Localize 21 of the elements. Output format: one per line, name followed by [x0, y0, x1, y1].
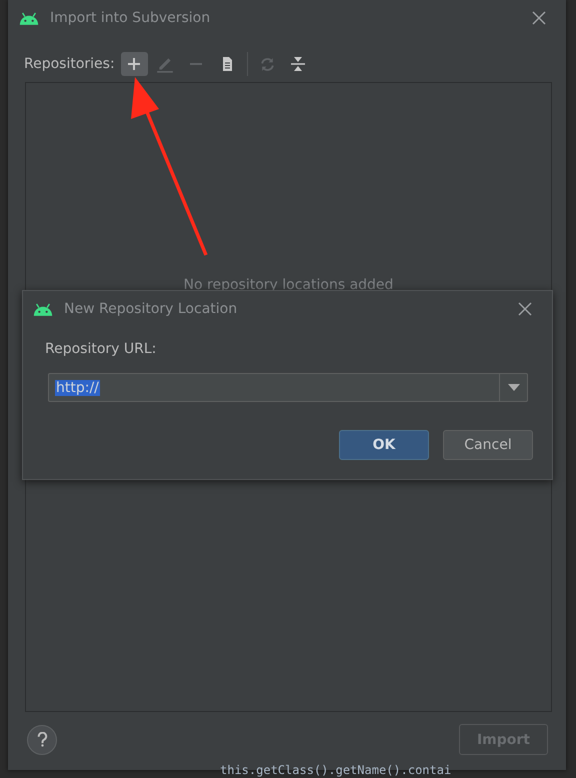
help-button[interactable]	[27, 724, 57, 754]
question-icon	[36, 732, 48, 747]
collapse-icon	[290, 56, 306, 72]
field-label: Repository URL:	[45, 341, 158, 357]
dialog-title: New Repository Location	[64, 301, 238, 317]
window-title: Import into Subversion	[50, 10, 212, 26]
toolbar-label: Repositories:	[24, 56, 115, 72]
empty-message: No repository locations added	[184, 277, 394, 295]
cancel-button[interactable]: Cancel	[443, 430, 533, 460]
android-icon	[18, 12, 40, 24]
add-button[interactable]	[120, 52, 148, 76]
plus-icon	[126, 56, 142, 72]
ok-button[interactable]: OK	[339, 430, 429, 460]
android-icon	[32, 302, 54, 316]
code-line: this.getClass().getName().contai	[220, 763, 452, 777]
close-icon[interactable]	[532, 11, 546, 25]
minus-icon	[190, 63, 202, 65]
refresh-icon	[258, 56, 276, 72]
close-icon[interactable]	[518, 302, 532, 316]
dropdown-icon[interactable]	[508, 384, 520, 391]
url-field[interactable]: http://	[48, 373, 528, 402]
